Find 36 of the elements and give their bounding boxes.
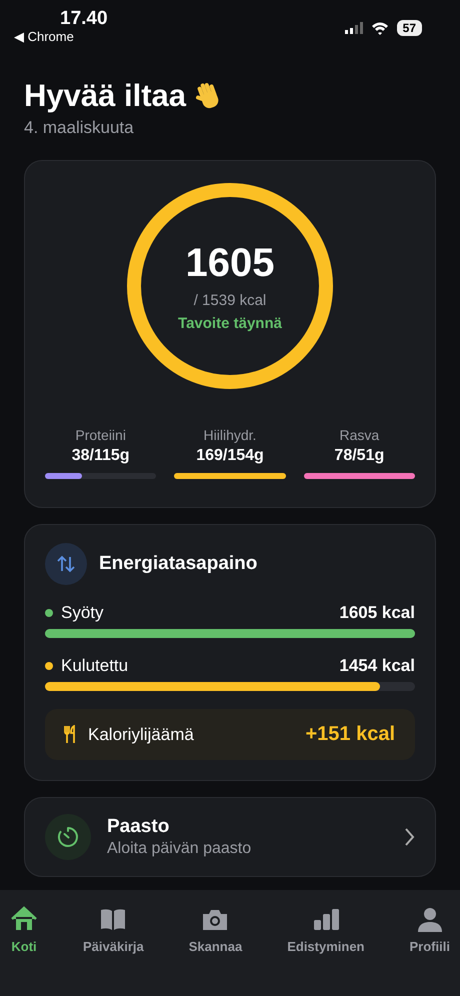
person-icon — [416, 906, 444, 934]
chevron-right-icon — [404, 827, 415, 847]
date-label: 4. maaliskuuta — [24, 118, 135, 138]
surplus-label: Kaloriylijäämä — [88, 724, 195, 744]
fasting-card[interactable]: Paasto Aloita päivän paasto — [24, 797, 436, 877]
energy-label: Kulutettu — [61, 656, 130, 676]
energy-value: 1454 kcal — [339, 656, 415, 676]
surplus-value: +151 kcal — [305, 723, 395, 746]
signal-icon — [344, 22, 363, 34]
arrows-icon — [45, 543, 87, 585]
wifi-icon — [370, 21, 389, 35]
tab[interactable]: Edistyminen — [285, 906, 366, 964]
energy-label: Syöty — [61, 603, 105, 623]
back-link[interactable]: ◀ Chrome — [14, 30, 74, 44]
card-title: Energiatasapaino — [99, 553, 258, 575]
macro-amount: 78/51g — [334, 447, 384, 465]
macro-label: Rasva — [339, 427, 380, 443]
tab[interactable]: Profiili — [408, 906, 452, 964]
battery-indicator: 57 — [396, 20, 422, 36]
timer-icon — [45, 814, 91, 860]
status-time: 17.40 — [60, 8, 108, 30]
fork-knife-icon — [63, 725, 76, 744]
card-title: Paasto — [107, 816, 170, 838]
goal-status: Tavoite täynnä — [178, 314, 282, 332]
greeting-title: Hyvää iltaa — [24, 78, 186, 114]
calorie-count: 1605 — [186, 240, 274, 286]
macro-label: Proteiini — [75, 427, 126, 443]
macro-amount: 169/154g — [196, 447, 264, 465]
calorie-target: / 1539 kcal — [194, 292, 266, 308]
energy-value: 1605 kcal — [339, 603, 415, 623]
tab[interactable]: Päiväkirja — [81, 906, 146, 964]
tab[interactable]: Skannaa — [186, 906, 244, 964]
macro-label: Hiilihydr. — [204, 427, 256, 443]
card-subtitle: Aloita päivän paasto — [107, 840, 252, 858]
tab[interactable]: Koti — [8, 906, 40, 964]
macro-amount: 38/115g — [72, 447, 130, 465]
